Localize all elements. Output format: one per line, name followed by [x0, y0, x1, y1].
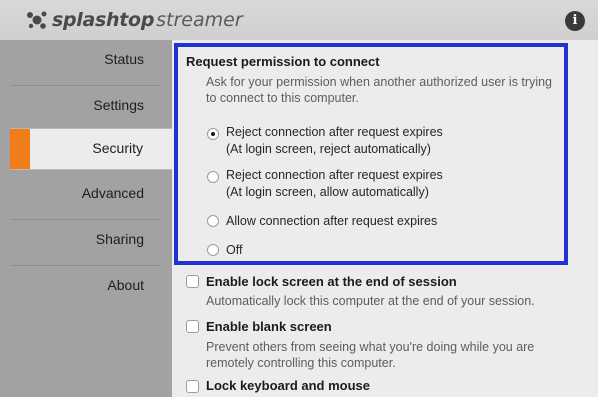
radio-reject-login-allow[interactable]: [207, 171, 219, 183]
option-label[interactable]: Off: [226, 242, 242, 259]
sidebar-item-label: Sharing: [95, 231, 144, 247]
option-sublabel: (At login screen, reject automatically): [226, 142, 431, 156]
logo-product-text: streamer: [156, 9, 243, 31]
sidebar-item-label: Settings: [93, 97, 144, 113]
active-marker: [10, 129, 30, 169]
info-icon[interactable]: i: [565, 11, 585, 31]
option-sublabel: (At login screen, allow automatically): [226, 185, 429, 199]
lock-screen-desc: Automatically lock this computer at the …: [206, 294, 535, 308]
splashtop-logo: splashtop streamer: [26, 8, 243, 32]
sidebar-item-label: Status: [104, 51, 144, 67]
blank-screen-desc-line1: Prevent others from seeing what you're d…: [206, 340, 535, 354]
radio-off[interactable]: [207, 244, 219, 256]
sidebar-item-status[interactable]: Status: [10, 40, 160, 86]
blank-screen-label[interactable]: Enable blank screen: [206, 319, 332, 334]
sidebar-item-security[interactable]: Security: [10, 128, 186, 170]
request-permission-desc-line2: to connect to this computer.: [206, 91, 359, 105]
lock-screen-label[interactable]: Enable lock screen at the end of session: [206, 274, 457, 289]
blank-screen-desc-line2: remotely controlling this computer.: [206, 356, 396, 370]
sidebar-item-sharing[interactable]: Sharing: [10, 220, 160, 266]
lock-screen-checkbox[interactable]: [186, 275, 199, 288]
radio-allow-after-expire[interactable]: [207, 215, 219, 227]
request-permission-desc-line1: Ask for your permission when another aut…: [206, 75, 552, 89]
option-label[interactable]: Reject connection after request expires: [226, 167, 443, 184]
sidebar-item-about[interactable]: About: [10, 266, 160, 312]
lock-keyboard-label[interactable]: Lock keyboard and mouse: [206, 378, 370, 393]
sidebar: Status Settings Security Advanced Sharin…: [0, 40, 186, 397]
option-label[interactable]: Allow connection after request expires: [226, 213, 437, 230]
lock-keyboard-checkbox[interactable]: [186, 380, 199, 393]
logo-brand-text: splashtop: [52, 9, 155, 31]
sidebar-item-advanced[interactable]: Advanced: [10, 174, 160, 220]
sidebar-item-label: Security: [92, 140, 143, 156]
sidebar-item-label: About: [107, 277, 144, 293]
sidebar-item-settings[interactable]: Settings: [10, 86, 160, 132]
splashtop-logo-icon: [27, 11, 47, 29]
sidebar-item-label: Advanced: [81, 185, 144, 201]
radio-reject-login-reject[interactable]: [207, 128, 219, 140]
request-permission-title: Request permission to connect: [186, 54, 380, 69]
title-bar: splashtop streamer i: [0, 0, 598, 40]
blank-screen-checkbox[interactable]: [186, 320, 199, 333]
option-label[interactable]: Reject connection after request expires: [226, 124, 443, 141]
